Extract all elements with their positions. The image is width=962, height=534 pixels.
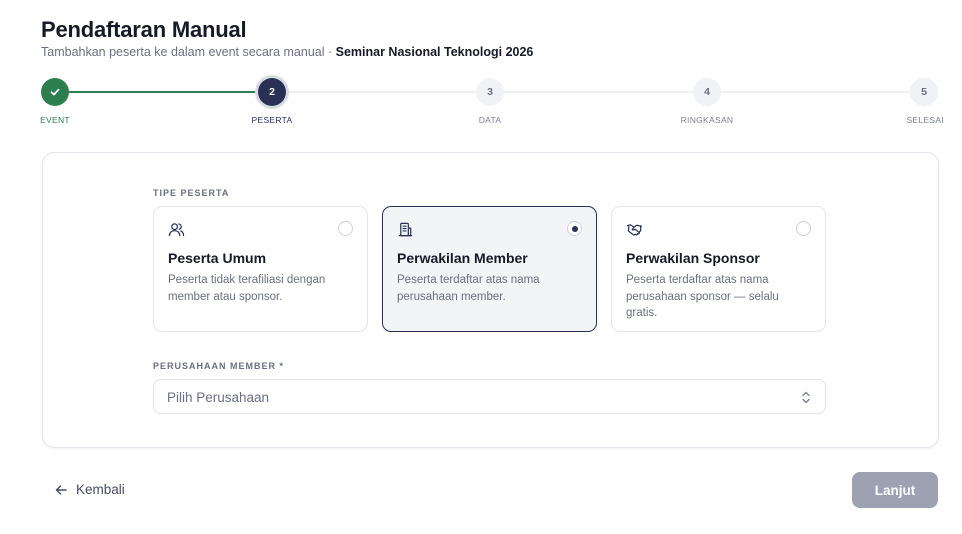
stepper: EVENT 2 PESERTA 3 DATA 4 RINGKASAN 5 SEL… (0, 78, 962, 128)
step-label: PESERTA (251, 115, 293, 125)
step-label: DATA (478, 115, 502, 125)
radio-peserta-umum[interactable] (338, 221, 353, 236)
step-label: SELESAI (906, 115, 944, 125)
type-label: TIPE PESERTA (153, 188, 230, 198)
step-event[interactable]: EVENT (15, 78, 95, 125)
back-button[interactable]: Kembali (54, 482, 125, 497)
step-ringkasan: 4 RINGKASAN (667, 78, 747, 125)
step-connector-4 (721, 91, 910, 93)
users-icon (168, 223, 185, 237)
option-desc: Peserta terdaftar atas nama perusahaan m… (397, 274, 540, 303)
step-label: EVENT (40, 115, 70, 125)
handshake-icon (626, 224, 643, 236)
event-name: Seminar Nasional Teknologi 2026 (335, 45, 534, 59)
step-connector-2 (287, 91, 476, 93)
arrow-left-icon (55, 484, 67, 495)
company-select-placeholder: Pilih Perusahaan (167, 390, 270, 405)
chevron-updown-icon (802, 391, 810, 404)
step-circle: 4 (693, 78, 721, 106)
step-circle: 3 (476, 78, 504, 106)
step-peserta[interactable]: 2 PESERTA (232, 78, 312, 125)
company-select[interactable]: Pilih Perusahaan (153, 379, 826, 414)
option-desc: Peserta tidak terafiliasi dengan member … (168, 274, 326, 303)
step-connector-1 (69, 91, 256, 93)
step-circle-active: 2 (258, 78, 286, 106)
option-title: Perwakilan Member (397, 250, 528, 266)
option-peserta-umum[interactable]: Peserta Umum Peserta tidak terafiliasi d… (153, 206, 368, 332)
option-perwakilan-sponsor[interactable]: Perwakilan Sponsor Peserta terdaftar ata… (611, 206, 826, 332)
step-connector-3 (504, 91, 693, 93)
radio-perwakilan-sponsor[interactable] (796, 221, 811, 236)
next-button[interactable]: Lanjut (852, 472, 938, 508)
step-selesai: 5 SELESAI (884, 78, 962, 125)
step-circle: 5 (910, 78, 938, 106)
step-circle-done (41, 78, 69, 106)
step-label: RINGKASAN (680, 115, 734, 125)
check-icon (50, 88, 60, 96)
page-title: Pendaftaran Manual (41, 17, 247, 42)
page-subtitle: Tambahkan peserta ke dalam event secara … (41, 45, 533, 59)
company-label: PERUSAHAAN MEMBER * (153, 361, 285, 371)
option-title: Peserta Umum (168, 250, 267, 266)
option-perwakilan-member[interactable]: Perwakilan Member Peserta terdaftar atas… (382, 206, 597, 332)
radio-perwakilan-member[interactable] (567, 221, 582, 236)
option-desc: Peserta terdaftar atas nama perusahaan s… (626, 274, 779, 319)
subtitle-text: Tambahkan peserta ke dalam event secara … (41, 45, 333, 59)
option-title: Perwakilan Sponsor (626, 250, 760, 266)
building-icon (398, 222, 413, 237)
step-data: 3 DATA (450, 78, 530, 125)
back-label: Kembali (76, 482, 125, 497)
